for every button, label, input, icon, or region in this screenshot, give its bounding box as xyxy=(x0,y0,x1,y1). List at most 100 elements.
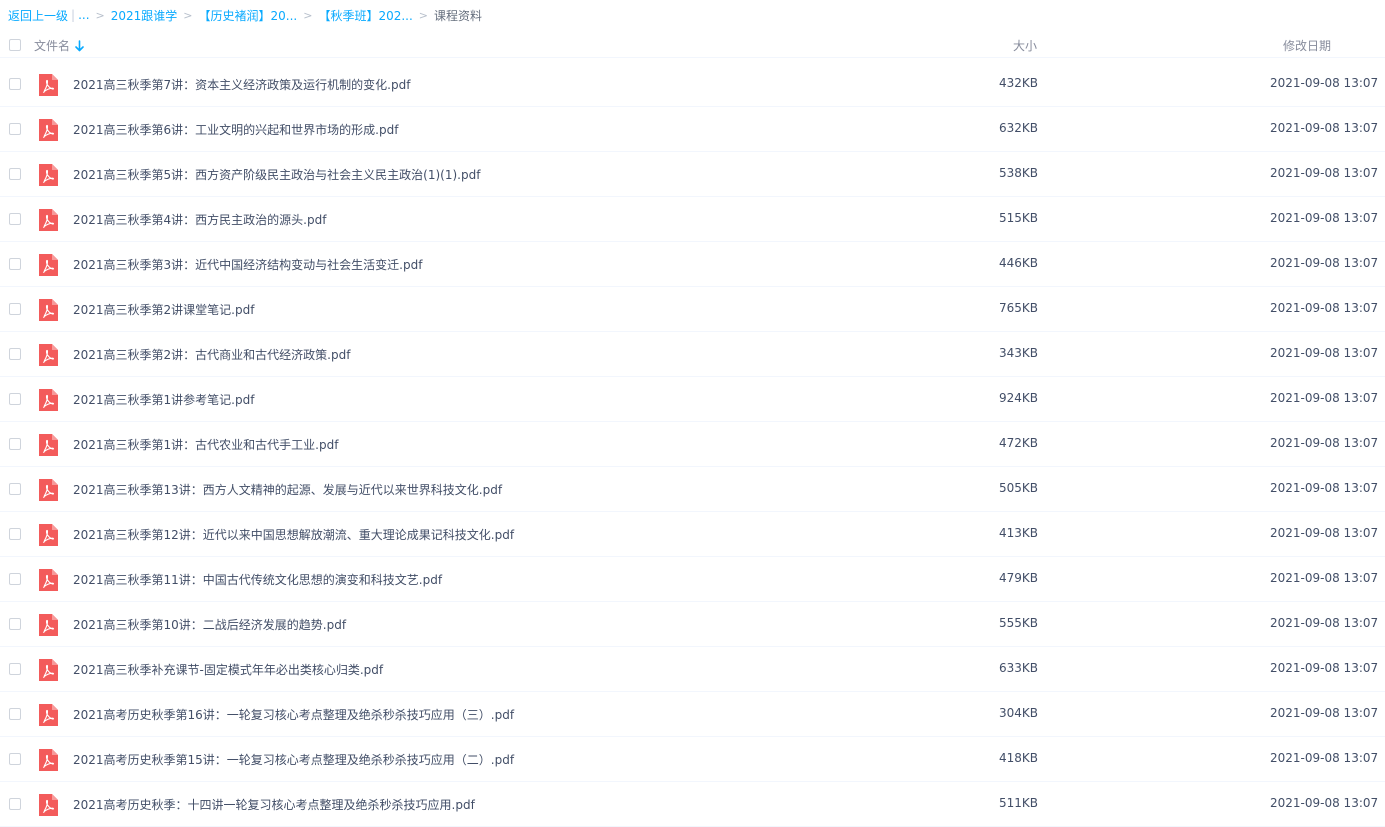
file-size: 511KB xyxy=(998,796,1038,810)
file-modified-date: 2021-09-08 13:07 xyxy=(1270,121,1379,135)
file-name[interactable]: 2021高三秋季第10讲：二战后经济发展的趋势.pdf xyxy=(73,616,346,633)
file-name[interactable]: 2021高三秋季第12讲：近代以来中国思想解放潮流、重大理论成果记科技文化.pd… xyxy=(73,526,514,543)
row-checkbox[interactable] xyxy=(9,168,21,180)
row-checkbox[interactable] xyxy=(9,753,21,765)
pdf-icon xyxy=(39,434,58,456)
file-name[interactable]: 2021高考历史秋季第15讲：一轮复习核心考点整理及绝杀秒杀技巧应用（二）.pd… xyxy=(73,751,514,768)
file-size: 924KB xyxy=(998,391,1038,405)
file-row[interactable]: 2021高三秋季第12讲：近代以来中国思想解放潮流、重大理论成果记科技文化.pd… xyxy=(0,512,1385,557)
row-checkbox[interactable] xyxy=(9,798,21,810)
file-row[interactable]: 2021高三秋季第7讲：资本主义经济政策及运行机制的变化.pdf 432KB 2… xyxy=(0,62,1385,107)
file-modified-date: 2021-09-08 13:07 xyxy=(1270,706,1379,720)
chevron-right-icon: > xyxy=(303,8,313,22)
file-name[interactable]: 2021高三秋季第3讲：近代中国经济结构变动与社会生活变迁.pdf xyxy=(73,256,422,273)
file-row[interactable]: 2021高三秋季第11讲：中国古代传统文化思想的演变和科技文艺.pdf 479K… xyxy=(0,557,1385,602)
file-list: 2021高三秋季第7讲：资本主义经济政策及运行机制的变化.pdf 432KB 2… xyxy=(0,62,1385,827)
file-modified-date: 2021-09-08 13:07 xyxy=(1270,76,1379,90)
file-row[interactable]: 2021高三秋季第1讲：古代农业和古代手工业.pdf 472KB 2021-09… xyxy=(0,422,1385,467)
file-name[interactable]: 2021高三秋季第1讲参考笔记.pdf xyxy=(73,391,254,408)
breadcrumb-ellipsis[interactable]: ... xyxy=(78,8,89,22)
row-checkbox[interactable] xyxy=(9,618,21,630)
pdf-icon xyxy=(39,254,58,276)
file-size: 432KB xyxy=(998,76,1038,90)
file-name[interactable]: 2021高三秋季第7讲：资本主义经济政策及运行机制的变化.pdf xyxy=(73,76,410,93)
file-name[interactable]: 2021高三秋季第2讲课堂笔记.pdf xyxy=(73,301,254,318)
sort-by-date-header[interactable]: 修改日期 xyxy=(1283,37,1331,54)
file-row[interactable]: 2021高三秋季第5讲：西方资产阶级民主政治与社会主义民主政治(1)(1).pd… xyxy=(0,152,1385,197)
file-name[interactable]: 2021高三秋季第5讲：西方资产阶级民主政治与社会主义民主政治(1)(1).pd… xyxy=(73,166,480,183)
chevron-right-icon: > xyxy=(418,8,429,22)
pdf-icon xyxy=(39,209,58,231)
breadcrumb-divider: | xyxy=(71,8,76,22)
file-row[interactable]: 2021高三秋季第1讲参考笔记.pdf 924KB 2021-09-08 13:… xyxy=(0,377,1385,422)
file-modified-date: 2021-09-08 13:07 xyxy=(1270,796,1379,810)
row-checkbox[interactable] xyxy=(9,123,21,135)
row-checkbox[interactable] xyxy=(9,348,21,360)
file-size: 555KB xyxy=(998,616,1038,630)
row-checkbox[interactable] xyxy=(9,303,21,315)
row-checkbox[interactable] xyxy=(9,573,21,585)
pdf-icon xyxy=(39,479,58,501)
file-name[interactable]: 2021高三秋季第1讲：古代农业和古代手工业.pdf xyxy=(73,436,338,453)
row-checkbox[interactable] xyxy=(9,438,21,450)
file-list-header: 文件名 大小 修改日期 xyxy=(0,33,1385,58)
file-row[interactable]: 2021高考历史秋季：十四讲一轮复习核心考点整理及绝杀秒杀技巧应用.pdf 51… xyxy=(0,782,1385,827)
sort-by-size-header[interactable]: 大小 xyxy=(1013,37,1037,54)
file-modified-date: 2021-09-08 13:07 xyxy=(1270,661,1379,675)
breadcrumb-item-2[interactable]: 【历史褚润】20... xyxy=(199,7,298,24)
file-name[interactable]: 2021高三秋季第11讲：中国古代传统文化思想的演变和科技文艺.pdf xyxy=(73,571,442,588)
file-modified-date: 2021-09-08 13:07 xyxy=(1270,346,1379,360)
file-row[interactable]: 2021高三秋季第2讲课堂笔记.pdf 765KB 2021-09-08 13:… xyxy=(0,287,1385,332)
pdf-icon xyxy=(39,704,58,726)
breadcrumb-item-3[interactable]: 【秋季班】202... xyxy=(318,7,412,24)
chevron-right-icon: > xyxy=(183,8,193,22)
file-size: 446KB xyxy=(998,256,1038,270)
file-name[interactable]: 2021高考历史秋季第16讲：一轮复习核心考点整理及绝杀秒杀技巧应用（三）.pd… xyxy=(73,706,514,723)
file-modified-date: 2021-09-08 13:07 xyxy=(1270,571,1379,585)
file-name[interactable]: 2021高三秋季第2讲：古代商业和古代经济政策.pdf xyxy=(73,346,350,363)
pdf-icon xyxy=(39,164,58,186)
row-checkbox[interactable] xyxy=(9,708,21,720)
row-checkbox[interactable] xyxy=(9,663,21,675)
file-modified-date: 2021-09-08 13:07 xyxy=(1270,436,1379,450)
file-modified-date: 2021-09-08 13:07 xyxy=(1270,301,1379,315)
file-name[interactable]: 2021高三秋季补充课节-固定模式年年必出类核心归类.pdf xyxy=(73,661,383,678)
breadcrumb-item-1[interactable]: 2021跟谁学 xyxy=(111,7,178,24)
file-row[interactable]: 2021高三秋季第6讲：工业文明的兴起和世界市场的形成.pdf 632KB 20… xyxy=(0,107,1385,152)
file-size: 538KB xyxy=(998,166,1038,180)
file-row[interactable]: 2021高三秋季补充课节-固定模式年年必出类核心归类.pdf 633KB 202… xyxy=(0,647,1385,692)
file-row[interactable]: 2021高三秋季第3讲：近代中国经济结构变动与社会生活变迁.pdf 446KB … xyxy=(0,242,1385,287)
file-row[interactable]: 2021高三秋季第4讲：西方民主政治的源头.pdf 515KB 2021-09-… xyxy=(0,197,1385,242)
pdf-icon xyxy=(39,119,58,141)
pdf-icon xyxy=(39,614,58,636)
file-size: 505KB xyxy=(998,481,1038,495)
pdf-icon xyxy=(39,389,58,411)
back-link[interactable]: 返回上一级 xyxy=(8,7,68,24)
file-size: 633KB xyxy=(998,661,1038,675)
file-modified-date: 2021-09-08 13:07 xyxy=(1270,391,1379,405)
row-checkbox[interactable] xyxy=(9,528,21,540)
row-checkbox[interactable] xyxy=(9,483,21,495)
file-name[interactable]: 2021高三秋季第13讲：西方人文精神的起源、发展与近代以来世界科技文化.pdf xyxy=(73,481,502,498)
file-size: 343KB xyxy=(998,346,1038,360)
file-size: 479KB xyxy=(998,571,1038,585)
file-size: 418KB xyxy=(998,751,1038,765)
pdf-icon xyxy=(39,524,58,546)
file-row[interactable]: 2021高三秋季第2讲：古代商业和古代经济政策.pdf 343KB 2021-0… xyxy=(0,332,1385,377)
sort-by-name-header[interactable]: 文件名 xyxy=(34,37,84,54)
file-name[interactable]: 2021高考历史秋季：十四讲一轮复习核心考点整理及绝杀秒杀技巧应用.pdf xyxy=(73,796,475,813)
select-all-checkbox[interactable] xyxy=(9,39,21,51)
file-row[interactable]: 2021高考历史秋季第15讲：一轮复习核心考点整理及绝杀秒杀技巧应用（二）.pd… xyxy=(0,737,1385,782)
file-modified-date: 2021-09-08 13:07 xyxy=(1270,616,1379,630)
row-checkbox[interactable] xyxy=(9,213,21,225)
file-name[interactable]: 2021高三秋季第4讲：西方民主政治的源头.pdf xyxy=(73,211,326,228)
file-size: 413KB xyxy=(998,526,1038,540)
row-checkbox[interactable] xyxy=(9,78,21,90)
file-modified-date: 2021-09-08 13:07 xyxy=(1270,481,1379,495)
row-checkbox[interactable] xyxy=(9,258,21,270)
file-row[interactable]: 2021高三秋季第10讲：二战后经济发展的趋势.pdf 555KB 2021-0… xyxy=(0,602,1385,647)
file-row[interactable]: 2021高三秋季第13讲：西方人文精神的起源、发展与近代以来世界科技文化.pdf… xyxy=(0,467,1385,512)
file-row[interactable]: 2021高考历史秋季第16讲：一轮复习核心考点整理及绝杀秒杀技巧应用（三）.pd… xyxy=(0,692,1385,737)
row-checkbox[interactable] xyxy=(9,393,21,405)
file-name[interactable]: 2021高三秋季第6讲：工业文明的兴起和世界市场的形成.pdf xyxy=(73,121,398,138)
